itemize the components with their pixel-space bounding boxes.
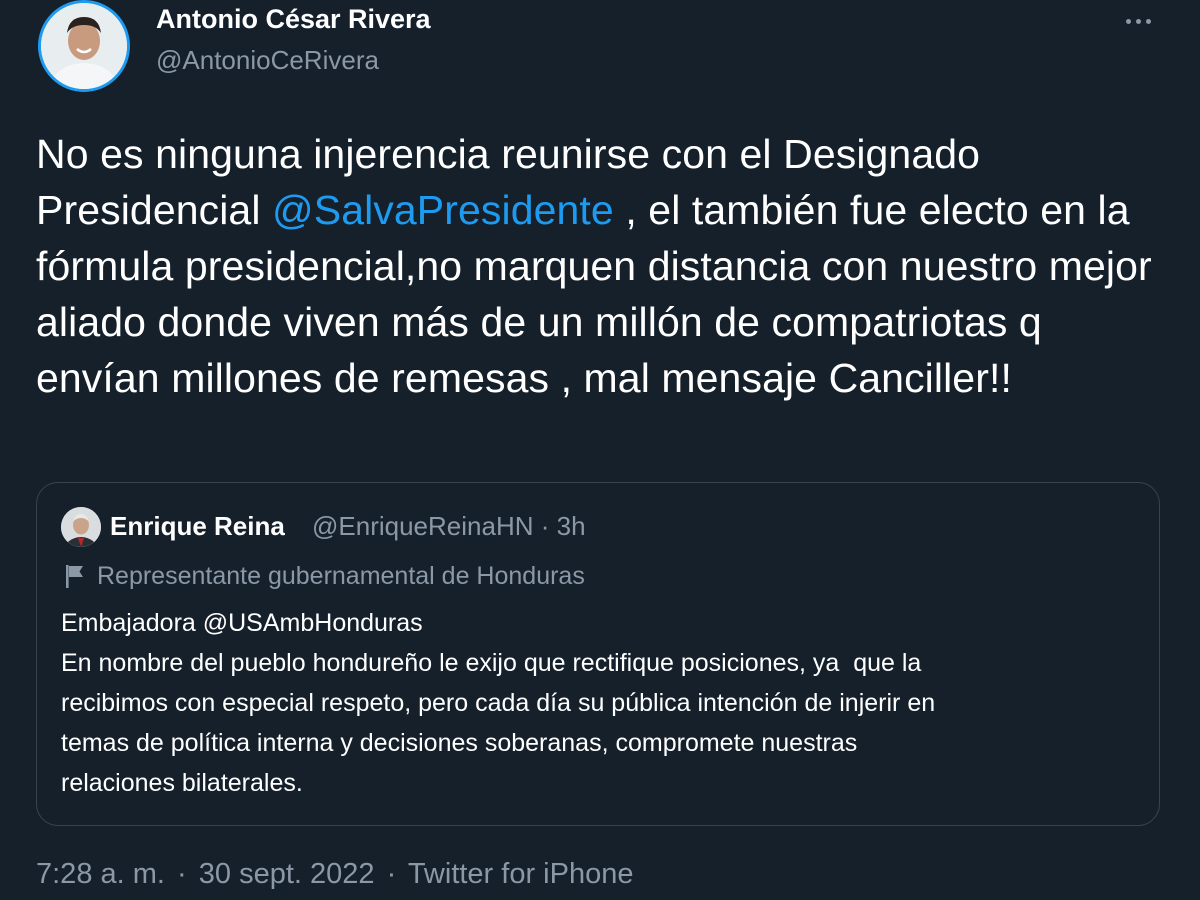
quoted-author-name[interactable]: Enrique Reina (110, 511, 285, 542)
quoted-separator: · (540, 511, 550, 541)
tweet-time[interactable]: 7:28 a. m. (36, 858, 165, 890)
quoted-time[interactable]: 3h (557, 511, 586, 541)
quoted-author-handle[interactable]: @EnriqueReinaHN (312, 511, 534, 541)
quoted-text-line: temas de política interna y decisiones s… (61, 729, 858, 757)
author-avatar[interactable] (38, 0, 130, 92)
government-flag-icon (66, 565, 83, 588)
tweet-date[interactable]: 30 sept. 2022 (199, 858, 375, 890)
government-label[interactable]: Representante gubernamental de Honduras (63, 559, 585, 593)
quoted-text-line: Embajadora @USAmbHonduras (61, 609, 423, 637)
footer-separator: · (177, 858, 187, 890)
tweet-mention-link[interactable]: @SalvaPresidente (272, 187, 614, 233)
footer-separator: · (386, 858, 397, 890)
tweet-text: No es ninguna injerencia reunirse con el… (36, 126, 1164, 406)
author-avatar-image (41, 3, 127, 89)
more-dot (1125, 18, 1131, 24)
quoted-text-line: recibimos con especial respeto, pero cad… (61, 689, 936, 717)
quoted-tweet-text: Embajadora @USAmbHonduras En nombre del … (61, 603, 1131, 803)
quoted-tweet-card[interactable]: Enrique Reina @EnriqueReinaHN · 3h Repre… (36, 482, 1160, 826)
government-label-text: Representante gubernamental de Honduras (97, 561, 585, 590)
tweet-source[interactable]: Twitter for iPhone (408, 858, 634, 890)
more-dot (1145, 18, 1151, 24)
quoted-author-avatar[interactable] (61, 507, 101, 547)
tweet-footer: 7:28 a. m. · 30 sept. 2022 · Twitter for… (36, 858, 633, 891)
quoted-text-line: relaciones bilaterales. (61, 769, 303, 797)
quoted-meta: @EnriqueReinaHN · 3h (312, 511, 586, 542)
quoted-text-line: En nombre del pueblo hondureño le exijo … (61, 649, 922, 677)
tweet-header: Antonio César Rivera @AntonioCeRivera (36, 0, 1164, 100)
quoted-avatar-image (61, 507, 101, 547)
more-dot (1135, 18, 1141, 24)
tweet: Antonio César Rivera @AntonioCeRivera No… (0, 0, 1200, 900)
more-options-icon[interactable] (1116, 6, 1160, 36)
author-handle[interactable]: @AntonioCeRivera (156, 45, 379, 76)
author-name[interactable]: Antonio César Rivera (156, 4, 431, 35)
